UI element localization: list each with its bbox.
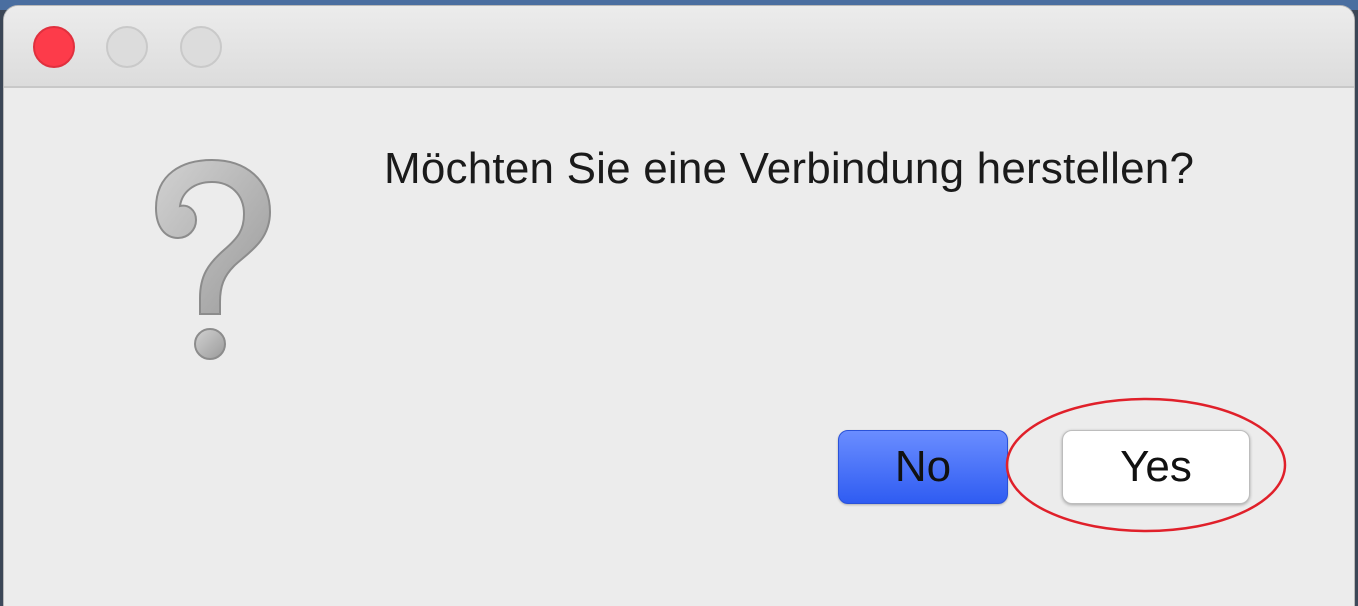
no-button[interactable]: No: [838, 430, 1008, 504]
window-titlebar[interactable]: [4, 6, 1354, 88]
question-mark-icon: [154, 158, 272, 360]
dialog-message: Möchten Sie eine Verbindung herstellen?: [384, 144, 1195, 193]
minimize-button[interactable]: [106, 26, 148, 68]
dialog-window: Möchten Sie eine Verbindung herstellen? …: [4, 6, 1354, 606]
maximize-button[interactable]: [180, 26, 222, 68]
close-button[interactable]: [33, 26, 75, 68]
yes-button[interactable]: Yes: [1062, 430, 1250, 504]
